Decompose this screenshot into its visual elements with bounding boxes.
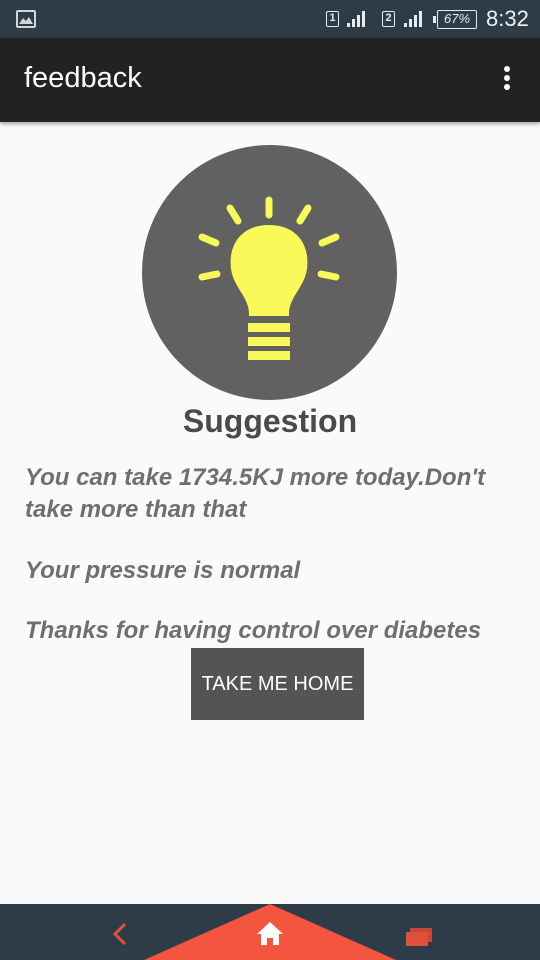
lightbulb-icon xyxy=(142,145,397,400)
gallery-notification-icon xyxy=(16,10,36,28)
suggestion-heading: Suggestion xyxy=(182,403,358,439)
clock: 8:32 xyxy=(486,6,529,31)
take-me-home-button[interactable]: TAKE ME HOME xyxy=(191,648,364,720)
status-bar: 1 2 67% 8:32 xyxy=(0,0,540,38)
signal2-icon xyxy=(404,11,422,27)
calorie-message: You can take 1734.5KJ more today.Don't t… xyxy=(25,464,486,523)
app-bar: feedback xyxy=(0,38,540,122)
diabetes-message: Thanks for having control over diabetes xyxy=(25,617,482,644)
app-title: feedback xyxy=(24,62,142,94)
sim1-icon: 1 xyxy=(326,11,339,27)
battery-indicator: 67% xyxy=(433,10,477,29)
sim2-icon: 2 xyxy=(382,11,395,27)
navigation-bar xyxy=(0,904,540,960)
more-vert-icon[interactable] xyxy=(500,66,514,96)
pressure-message: Your pressure is normal xyxy=(25,557,301,584)
signal1-icon xyxy=(347,11,365,27)
